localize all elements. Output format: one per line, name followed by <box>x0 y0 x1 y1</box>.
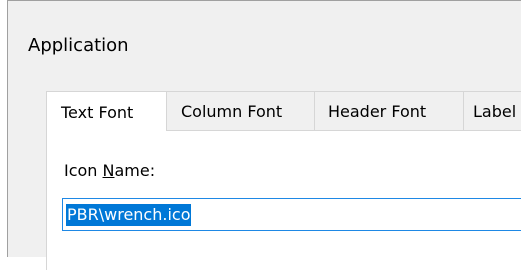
tab-column-font[interactable]: Column Font <box>166 91 314 131</box>
section-title: Application <box>28 35 129 56</box>
application-dialog: Application Text Font Column Font Header… <box>7 0 521 270</box>
label-suffix: ame: <box>114 161 156 180</box>
label-prefix: Icon <box>64 161 103 180</box>
tab-strip: Text Font Column Font Header Font Label <box>46 91 521 133</box>
tab-label: Header Font <box>328 102 427 121</box>
tab-header-font[interactable]: Header Font <box>314 91 463 131</box>
tab-panel-text-font: Icon Name: PBR\wrench.ico <box>46 130 521 270</box>
tab-label: Text Font <box>61 103 134 122</box>
icon-name-value: PBR\wrench.ico <box>66 203 192 226</box>
tab-label: Label <box>473 102 517 121</box>
icon-name-input[interactable]: PBR\wrench.ico <box>62 198 521 231</box>
label-mnemonic: N <box>102 161 115 180</box>
tab-label-font[interactable]: Label <box>463 91 521 131</box>
icon-name-label: Icon Name: <box>64 161 155 181</box>
tab-label: Column Font <box>181 102 283 121</box>
tab-text-font[interactable]: Text Font <box>46 91 166 133</box>
